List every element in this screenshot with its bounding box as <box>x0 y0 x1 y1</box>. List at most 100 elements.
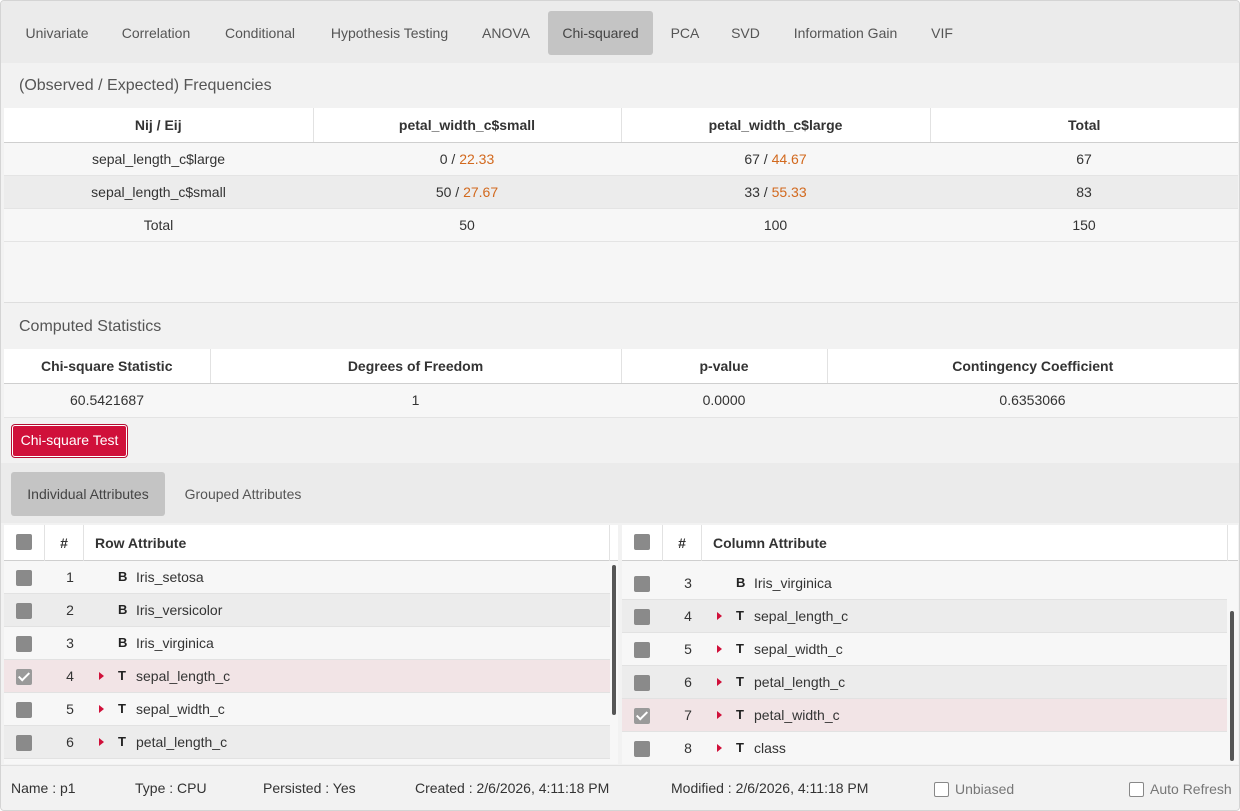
row-checkbox[interactable] <box>634 609 650 625</box>
list-item[interactable]: 6 T petal_length_c <box>4 726 610 759</box>
cell: 50 / 27.67 <box>313 175 621 209</box>
row-checkbox-checked[interactable] <box>634 708 650 724</box>
row-checkbox[interactable] <box>634 642 650 658</box>
observed-value: 0 <box>439 150 448 167</box>
tab-conditional[interactable]: Conditional <box>209 11 311 55</box>
unbiased-checkbox[interactable] <box>934 782 949 797</box>
header-degrees-of-freedom[interactable]: Degrees of Freedom <box>210 349 622 384</box>
attribute-name: petal_width_c <box>754 707 840 723</box>
row-num-header[interactable]: # <box>45 525 84 561</box>
list-item[interactable]: 5 T sepal_width_c <box>4 693 610 726</box>
auto-refresh-checkbox[interactable] <box>1129 782 1144 797</box>
row-checkbox[interactable] <box>16 570 32 586</box>
list-item[interactable]: 4 T sepal_length_c <box>622 600 1227 633</box>
list-item[interactable]: 2 B Iris_versicolor <box>4 594 610 627</box>
expected-value: 55.33 <box>771 183 807 200</box>
expand-caret-icon[interactable] <box>717 678 722 686</box>
chi-square-statistic-value: 60.5421687 <box>4 383 210 418</box>
select-all-checkbox[interactable] <box>16 534 32 550</box>
row-label: sepal_length_c$small <box>4 175 313 209</box>
separator: / <box>451 183 464 200</box>
list-item[interactable]: 5 T sepal_width_c <box>622 633 1227 666</box>
row-number: 4 <box>66 668 74 684</box>
computed-statistics-title: Computed Statistics <box>19 318 162 335</box>
row-number: 8 <box>684 740 692 756</box>
status-created: Created : 2/6/2026, 4:11:18 PM <box>415 780 610 796</box>
expected-value: 22.33 <box>459 150 495 167</box>
row-number: 3 <box>66 635 74 651</box>
list-item-selected[interactable]: 7 T petal_width_c <box>622 699 1227 732</box>
list-item-selected[interactable]: 4 T sepal_length_c <box>4 660 610 693</box>
freq-header-total[interactable]: Total <box>930 108 1238 143</box>
chi-square-test-button[interactable]: Chi-square Test <box>12 425 127 457</box>
attribute-name: sepal_length_c <box>136 668 231 684</box>
row-checkbox[interactable] <box>634 576 650 592</box>
tab-vif[interactable]: VIF <box>917 11 967 55</box>
freq-header-nij[interactable]: Nij / Eij <box>4 108 314 143</box>
tab-svd[interactable]: SVD <box>717 11 774 55</box>
tab-pca[interactable]: PCA <box>657 11 713 55</box>
list-item[interactable]: 3 B Iris_virginica <box>4 627 610 660</box>
row-checkbox[interactable] <box>16 702 32 718</box>
list-item[interactable]: 3 B Iris_virginica <box>622 567 1227 600</box>
row-number: 5 <box>684 641 692 657</box>
tab-grouped-attributes[interactable]: Grouped Attributes <box>169 472 317 516</box>
column-num-header[interactable]: # <box>663 525 702 561</box>
table-row: sepal_length_c$small 50 / 27.67 33 / 55.… <box>4 175 1238 209</box>
tab-correlation[interactable]: Correlation <box>107 11 205 55</box>
auto-refresh-label[interactable]: Auto Refresh <box>1150 781 1232 797</box>
expand-caret-icon[interactable] <box>717 612 722 620</box>
freq-header-large[interactable]: petal_width_c$large <box>621 108 931 143</box>
tab-anova[interactable]: ANOVA <box>468 11 544 55</box>
type-badge: T <box>736 608 744 623</box>
frequencies-title: (Observed / Expected) Frequencies <box>19 77 272 94</box>
attribute-name: Iris_virginica <box>136 635 214 651</box>
column-attribute-header[interactable]: Column Attribute <box>702 525 1228 561</box>
row-checkbox-checked[interactable] <box>16 669 32 685</box>
row-attribute-header[interactable]: Row Attribute <box>84 525 610 561</box>
tab-individual-attributes[interactable]: Individual Attributes <box>11 472 165 516</box>
p-value: 0.0000 <box>621 383 827 418</box>
tab-univariate[interactable]: Univariate <box>11 11 103 55</box>
attribute-name: sepal_width_c <box>136 701 225 717</box>
row-checkbox[interactable] <box>16 636 32 652</box>
column-list-scrollbar[interactable] <box>1230 611 1234 761</box>
row-number: 5 <box>66 701 74 717</box>
list-item[interactable]: 8 T class <box>622 732 1227 764</box>
expand-caret-icon[interactable] <box>99 672 104 680</box>
tab-information-gain[interactable]: Information Gain <box>778 11 913 55</box>
expand-caret-icon[interactable] <box>717 711 722 719</box>
contingency-coefficient-value: 0.6353066 <box>827 383 1238 418</box>
list-item[interactable]: 1 B Iris_setosa <box>4 561 610 594</box>
expand-caret-icon[interactable] <box>717 744 722 752</box>
total-small: 50 <box>313 208 621 242</box>
unbiased-label[interactable]: Unbiased <box>955 781 1014 797</box>
expand-caret-icon[interactable] <box>99 738 104 746</box>
table-row: 60.5421687 1 0.0000 0.6353066 <box>4 383 1238 418</box>
chi-squared-panel: Univariate Correlation Conditional Hypot… <box>0 0 1240 811</box>
header-chi-square-statistic[interactable]: Chi-square Statistic <box>4 349 211 384</box>
frequencies-table: Nij / Eij petal_width_c$small petal_widt… <box>4 108 1238 242</box>
observed-value: 50 <box>435 183 452 200</box>
row-attribute-list: # Row Attribute 1 B Iris_setosa 2 B Iris… <box>4 525 618 764</box>
row-list-scrollbar[interactable] <box>612 565 616 715</box>
cell: 33 / 55.33 <box>621 175 930 209</box>
tab-hypothesis-testing[interactable]: Hypothesis Testing <box>315 11 464 55</box>
row-checkbox[interactable] <box>634 741 650 757</box>
row-checkbox[interactable] <box>16 603 32 619</box>
freq-header-small[interactable]: petal_width_c$small <box>313 108 622 143</box>
type-badge: B <box>118 569 128 584</box>
select-all-checkbox[interactable] <box>634 534 650 550</box>
expand-caret-icon[interactable] <box>717 645 722 653</box>
header-contingency-coefficient[interactable]: Contingency Coefficient <box>827 349 1238 384</box>
type-badge: T <box>118 734 126 749</box>
row-number: 7 <box>684 707 692 723</box>
attribute-name: sepal_width_c <box>754 641 843 657</box>
expand-caret-icon[interactable] <box>99 705 104 713</box>
header-p-value[interactable]: p-value <box>621 349 828 384</box>
row-checkbox[interactable] <box>16 735 32 751</box>
tab-chi-squared[interactable]: Chi-squared <box>548 11 653 55</box>
statistics-table: Chi-square Statistic Degrees of Freedom … <box>4 349 1238 418</box>
row-checkbox[interactable] <box>634 675 650 691</box>
list-item[interactable]: 6 T petal_length_c <box>622 666 1227 699</box>
